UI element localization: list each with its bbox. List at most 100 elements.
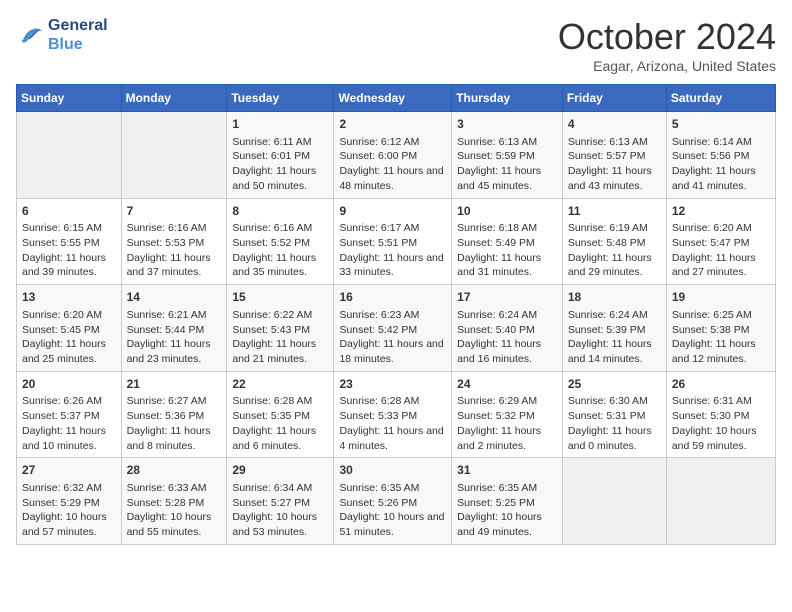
day-number: 20 xyxy=(22,376,116,393)
page-header: General Blue October 2024 Eagar, Arizona… xyxy=(16,16,776,74)
weekday-header: Saturday xyxy=(666,85,775,112)
day-number: 8 xyxy=(232,203,328,220)
day-number: 23 xyxy=(339,376,446,393)
day-number: 10 xyxy=(457,203,557,220)
day-info: Sunrise: 6:19 AMSunset: 5:48 PMDaylight:… xyxy=(568,221,661,280)
location: Eagar, Arizona, United States xyxy=(558,58,776,74)
calendar-day-cell: 7Sunrise: 6:16 AMSunset: 5:53 PMDaylight… xyxy=(121,198,227,285)
day-info: Sunrise: 6:23 AMSunset: 5:42 PMDaylight:… xyxy=(339,308,446,367)
calendar-day-cell: 9Sunrise: 6:17 AMSunset: 5:51 PMDaylight… xyxy=(334,198,452,285)
day-info: Sunrise: 6:28 AMSunset: 5:35 PMDaylight:… xyxy=(232,394,328,453)
day-info: Sunrise: 6:35 AMSunset: 5:25 PMDaylight:… xyxy=(457,481,557,540)
calendar-day-cell: 25Sunrise: 6:30 AMSunset: 5:31 PMDayligh… xyxy=(562,371,666,458)
day-number: 26 xyxy=(672,376,770,393)
day-number: 2 xyxy=(339,116,446,133)
day-info: Sunrise: 6:16 AMSunset: 5:52 PMDaylight:… xyxy=(232,221,328,280)
calendar-day-cell: 1 Sunrise: 6:11 AMSunset: 6:01 PMDaylight… xyxy=(227,112,334,199)
calendar-day-cell xyxy=(562,458,666,545)
calendar-day-cell: 5 Sunrise: 6:14 AMSunset: 5:56 PMDaylight… xyxy=(666,112,775,199)
calendar-day-cell: 22Sunrise: 6:28 AMSunset: 5:35 PMDayligh… xyxy=(227,371,334,458)
calendar-header: SundayMondayTuesdayWednesdayThursdayFrid… xyxy=(17,85,776,112)
day-info: Sunrise: 6:14 AMSunset: 5:56 PMDaylight:… xyxy=(672,135,770,194)
month-title: October 2024 xyxy=(558,16,776,58)
calendar-day-cell: 30 Sunrise: 6:35 AMSunset: 5:26 PMDayligh… xyxy=(334,458,452,545)
day-info: Sunrise: 6:24 AMSunset: 5:40 PMDaylight:… xyxy=(457,308,557,367)
calendar-day-cell: 19Sunrise: 6:25 AMSunset: 5:38 PMDayligh… xyxy=(666,285,775,372)
day-info: Sunrise: 6:17 AMSunset: 5:51 PMDaylight:… xyxy=(339,221,446,280)
weekday-header: Friday xyxy=(562,85,666,112)
day-info: Sunrise: 6:26 AMSunset: 5:37 PMDaylight:… xyxy=(22,394,116,453)
day-info: Sunrise: 6:21 AMSunset: 5:44 PMDaylight:… xyxy=(127,308,222,367)
day-info: Sunrise: 6:33 AMSunset: 5:28 PMDaylight:… xyxy=(127,481,222,540)
day-info: Sunrise: 6:24 AMSunset: 5:39 PMDaylight:… xyxy=(568,308,661,367)
calendar-day-cell: 17 Sunrise: 6:24 AMSunset: 5:40 PMDayligh… xyxy=(452,285,563,372)
calendar-body: 1 Sunrise: 6:11 AMSunset: 6:01 PMDaylight… xyxy=(17,112,776,545)
day-number: 28 xyxy=(127,462,222,479)
day-info: Sunrise: 6:34 AMSunset: 5:27 PMDaylight:… xyxy=(232,481,328,540)
calendar-day-cell: 20Sunrise: 6:26 AMSunset: 5:37 PMDayligh… xyxy=(17,371,122,458)
weekday-row: SundayMondayTuesdayWednesdayThursdayFrid… xyxy=(17,85,776,112)
day-number: 16 xyxy=(339,289,446,306)
day-info: Sunrise: 6:35 AMSunset: 5:26 PMDaylight:… xyxy=(339,481,446,540)
day-number: 29 xyxy=(232,462,328,479)
day-info: Sunrise: 6:12 AMSunset: 6:00 PMDaylight:… xyxy=(339,135,446,194)
calendar-week-row: 20Sunrise: 6:26 AMSunset: 5:37 PMDayligh… xyxy=(17,371,776,458)
calendar-day-cell: 11Sunrise: 6:19 AMSunset: 5:48 PMDayligh… xyxy=(562,198,666,285)
day-info: Sunrise: 6:22 AMSunset: 5:43 PMDaylight:… xyxy=(232,308,328,367)
calendar-day-cell: 21Sunrise: 6:27 AMSunset: 5:36 PMDayligh… xyxy=(121,371,227,458)
weekday-header: Sunday xyxy=(17,85,122,112)
day-info: Sunrise: 6:32 AMSunset: 5:29 PMDaylight:… xyxy=(22,481,116,540)
calendar-day-cell: 10Sunrise: 6:18 AMSunset: 5:49 PMDayligh… xyxy=(452,198,563,285)
calendar-day-cell: 14 Sunrise: 6:21 AMSunset: 5:44 PMDayligh… xyxy=(121,285,227,372)
calendar-day-cell xyxy=(17,112,122,199)
weekday-header: Wednesday xyxy=(334,85,452,112)
day-number: 30 xyxy=(339,462,446,479)
day-info: Sunrise: 6:28 AMSunset: 5:33 PMDaylight:… xyxy=(339,394,446,453)
calendar-day-cell xyxy=(666,458,775,545)
day-number: 7 xyxy=(127,203,222,220)
day-info: Sunrise: 6:30 AMSunset: 5:31 PMDaylight:… xyxy=(568,394,661,453)
calendar-day-cell: 2 Sunrise: 6:12 AMSunset: 6:00 PMDaylight… xyxy=(334,112,452,199)
title-block: October 2024 Eagar, Arizona, United Stat… xyxy=(558,16,776,74)
calendar-day-cell: 4 Sunrise: 6:13 AMSunset: 5:57 PMDaylight… xyxy=(562,112,666,199)
day-number: 17 xyxy=(457,289,557,306)
day-number: 19 xyxy=(672,289,770,306)
day-number: 15 xyxy=(232,289,328,306)
day-number: 4 xyxy=(568,116,661,133)
calendar-day-cell: 26Sunrise: 6:31 AMSunset: 5:30 PMDayligh… xyxy=(666,371,775,458)
day-number: 31 xyxy=(457,462,557,479)
day-info: Sunrise: 6:27 AMSunset: 5:36 PMDaylight:… xyxy=(127,394,222,453)
calendar-day-cell: 29 Sunrise: 6:34 AMSunset: 5:27 PMDayligh… xyxy=(227,458,334,545)
day-info: Sunrise: 6:13 AMSunset: 5:57 PMDaylight:… xyxy=(568,135,661,194)
calendar-day-cell: 18 Sunrise: 6:24 AMSunset: 5:39 PMDayligh… xyxy=(562,285,666,372)
day-number: 22 xyxy=(232,376,328,393)
day-info: Sunrise: 6:15 AMSunset: 5:55 PMDaylight:… xyxy=(22,221,116,280)
day-info: Sunrise: 6:20 AMSunset: 5:45 PMDaylight:… xyxy=(22,308,116,367)
calendar-week-row: 27Sunrise: 6:32 AMSunset: 5:29 PMDayligh… xyxy=(17,458,776,545)
day-number: 13 xyxy=(22,289,116,306)
day-number: 14 xyxy=(127,289,222,306)
day-number: 18 xyxy=(568,289,661,306)
day-info: Sunrise: 6:16 AMSunset: 5:53 PMDaylight:… xyxy=(127,221,222,280)
day-number: 11 xyxy=(568,203,661,220)
day-number: 6 xyxy=(22,203,116,220)
calendar-day-cell: 12Sunrise: 6:20 AMSunset: 5:47 PMDayligh… xyxy=(666,198,775,285)
logo-text: General Blue xyxy=(48,16,108,54)
day-number: 5 xyxy=(672,116,770,133)
day-number: 24 xyxy=(457,376,557,393)
calendar-week-row: 1 Sunrise: 6:11 AMSunset: 6:01 PMDaylight… xyxy=(17,112,776,199)
logo-bird-icon xyxy=(16,24,44,46)
calendar-day-cell: 16 Sunrise: 6:23 AMSunset: 5:42 PMDayligh… xyxy=(334,285,452,372)
day-info: Sunrise: 6:20 AMSunset: 5:47 PMDaylight:… xyxy=(672,221,770,280)
calendar-week-row: 6Sunrise: 6:15 AMSunset: 5:55 PMDaylight… xyxy=(17,198,776,285)
day-number: 1 xyxy=(232,116,328,133)
calendar-day-cell: 13 Sunrise: 6:20 AMSunset: 5:45 PMDayligh… xyxy=(17,285,122,372)
day-info: Sunrise: 6:11 AMSunset: 6:01 PMDaylight:… xyxy=(232,135,328,194)
calendar-week-row: 13 Sunrise: 6:20 AMSunset: 5:45 PMDayligh… xyxy=(17,285,776,372)
calendar-day-cell: 3Sunrise: 6:13 AMSunset: 5:59 PMDaylight… xyxy=(452,112,563,199)
calendar-day-cell: 28 Sunrise: 6:33 AMSunset: 5:28 PMDayligh… xyxy=(121,458,227,545)
calendar-day-cell: 8Sunrise: 6:16 AMSunset: 5:52 PMDaylight… xyxy=(227,198,334,285)
calendar-day-cell: 31 Sunrise: 6:35 AMSunset: 5:25 PMDayligh… xyxy=(452,458,563,545)
day-number: 12 xyxy=(672,203,770,220)
day-number: 25 xyxy=(568,376,661,393)
